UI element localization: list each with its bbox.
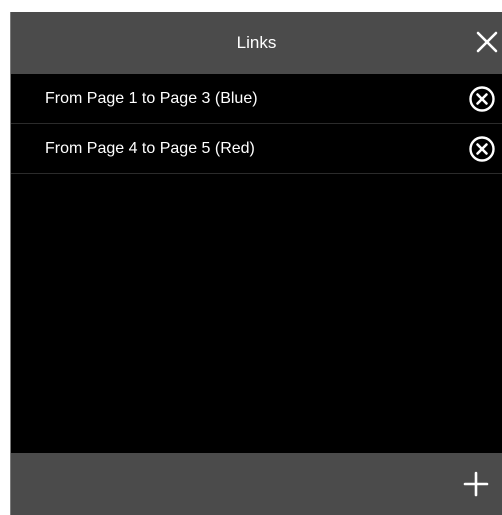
add-link-button[interactable] xyxy=(460,468,492,500)
dialog-footer xyxy=(11,453,502,515)
circle-x-icon xyxy=(469,86,495,112)
dialog-header: Links xyxy=(11,12,502,74)
link-item-label: From Page 1 to Page 3 (Blue) xyxy=(45,90,258,107)
dialog-title: Links xyxy=(236,33,277,52)
circle-x-icon xyxy=(469,136,495,162)
plus-icon xyxy=(463,471,489,497)
links-list: From Page 1 to Page 3 (Blue) From Page 4… xyxy=(11,74,502,174)
link-item[interactable]: From Page 4 to Page 5 (Red) xyxy=(11,124,502,174)
remove-link-button[interactable] xyxy=(468,85,496,113)
close-icon xyxy=(476,31,498,53)
links-dialog: Links From Page 1 to Page 3 (Blue) From … xyxy=(10,12,502,515)
remove-link-button[interactable] xyxy=(468,135,496,163)
link-item-label: From Page 4 to Page 5 (Red) xyxy=(45,140,255,157)
close-button[interactable] xyxy=(468,22,502,62)
link-item[interactable]: From Page 1 to Page 3 (Blue) xyxy=(11,74,502,124)
